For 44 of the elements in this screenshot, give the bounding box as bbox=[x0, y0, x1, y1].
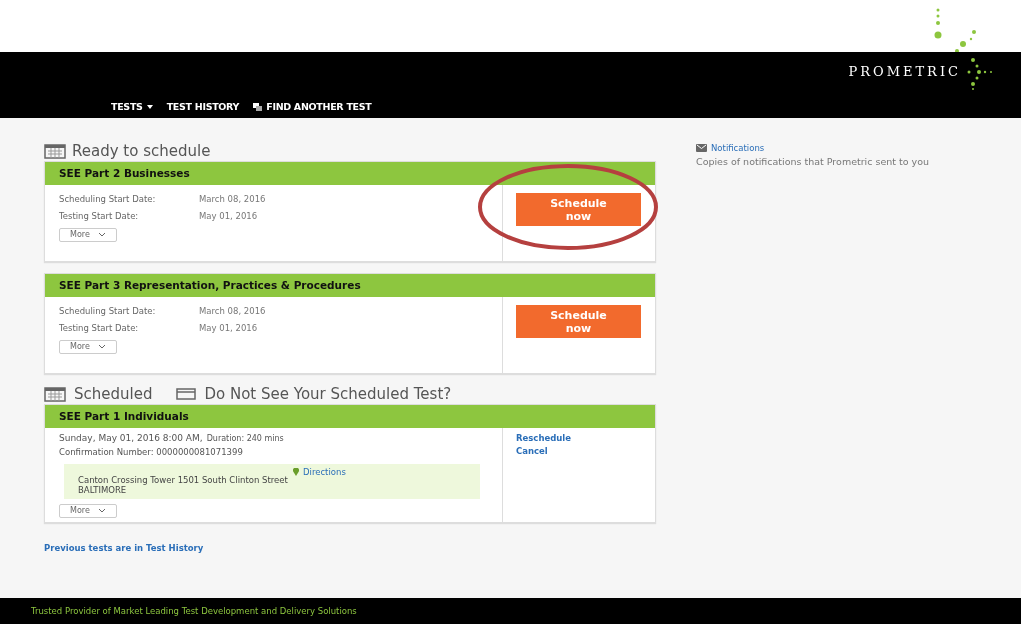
test-history-link[interactable]: Previous tests are in Test History bbox=[44, 541, 204, 555]
notifications-link[interactable]: Notifications bbox=[711, 142, 765, 155]
field-label: Testing Start Date: bbox=[59, 209, 140, 223]
more-button[interactable]: More bbox=[59, 503, 117, 518]
calendar-icon bbox=[44, 143, 66, 159]
card-icon bbox=[176, 388, 197, 400]
field-label: Testing Start Date: bbox=[59, 321, 140, 335]
more-button[interactable]: More bbox=[59, 227, 117, 242]
more-button[interactable]: More bbox=[59, 339, 117, 354]
field-value: March 08, 2016 bbox=[199, 194, 266, 204]
chevron-icon bbox=[97, 344, 106, 349]
directions-link[interactable]: Directions bbox=[293, 467, 346, 478]
field-label: Scheduling Start Date: bbox=[59, 305, 157, 318]
map-pin-icon bbox=[293, 468, 299, 477]
confirmation-number: Confirmation Number: 0000000081071399 bbox=[59, 445, 244, 459]
address-text: Canton Crossing Tower 1501 South Clinton Street BALTIMORE bbox=[78, 475, 289, 496]
field-value: March 08, 2016 bbox=[199, 306, 266, 316]
notifications-description: Copies of notifications that Prometric sent to you bbox=[696, 154, 931, 169]
copy-icon bbox=[253, 102, 263, 111]
nav-link[interactable]: TESTS bbox=[111, 99, 153, 114]
nav-link[interactable]: TEST HISTORY bbox=[166, 99, 240, 114]
appointment-datetime: Sunday, May 01, 2016 8:00 AM, bbox=[59, 432, 203, 445]
action-link[interactable]: Cancel bbox=[516, 444, 548, 458]
field-label: Scheduling Start Date: bbox=[59, 193, 157, 206]
section-title: Scheduled bbox=[74, 385, 153, 403]
chevron-icon bbox=[97, 232, 106, 237]
section-title: Ready to schedule bbox=[72, 142, 211, 160]
action-link[interactable]: Reschedule bbox=[516, 432, 572, 445]
test-title: SEE Part 3 Representation, Practices & Procedures bbox=[45, 274, 655, 297]
brand-name: PROMETRIC bbox=[848, 63, 961, 81]
envelope-icon bbox=[696, 144, 707, 153]
test-title: SEE Part 1 Individuals bbox=[45, 405, 655, 428]
duration-text: Duration: 240 mins bbox=[206, 433, 284, 445]
nav-link[interactable]: FIND ANOTHER TEST bbox=[253, 99, 372, 114]
help-heading: Do Not See Your Scheduled Test? bbox=[204, 385, 452, 403]
test-title: SEE Part 2 Businesses bbox=[45, 162, 655, 185]
field-value: May 01, 2016 bbox=[199, 322, 258, 333]
schedule-button[interactable]: Schedule now bbox=[516, 193, 641, 226]
schedule-button[interactable]: Schedule now bbox=[516, 305, 641, 338]
footer-tagline: Trusted Provider of Market Leading Test Development and Delivery Solutions bbox=[0, 598, 1021, 624]
field-value: May 01, 2016 bbox=[199, 210, 258, 221]
chevron-icon bbox=[97, 508, 106, 514]
calendar-icon bbox=[44, 386, 66, 402]
caret-icon bbox=[146, 104, 153, 109]
